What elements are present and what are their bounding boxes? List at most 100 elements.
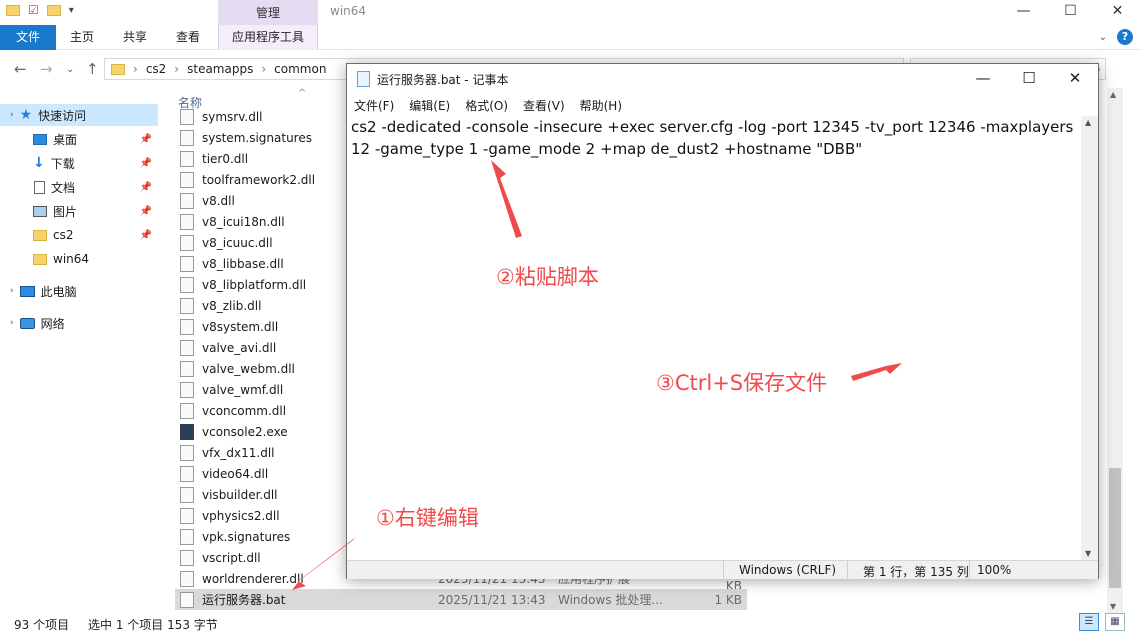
notepad-icon xyxy=(357,71,370,87)
notepad-menubar: 文件(F) 编辑(E) 格式(O) 查看(V) 帮助(H) xyxy=(347,94,1098,116)
breadcrumb-separator-icon: › xyxy=(261,62,267,76)
desktop-icon xyxy=(33,133,47,145)
folder-icon xyxy=(33,253,47,265)
annotation-step3: ③Ctrl+S保存文件 xyxy=(656,371,828,395)
customize-qat-icon[interactable]: ▾ xyxy=(69,5,74,16)
tab-view[interactable]: 查看 xyxy=(163,25,213,50)
file-icon xyxy=(180,339,194,356)
up-button[interactable]: ↑ xyxy=(86,60,99,78)
nav-item-documents[interactable]: 文档 📌 xyxy=(0,176,158,198)
pin-icon: 📌 xyxy=(139,157,152,169)
nav-this-pc[interactable]: › 此电脑 xyxy=(0,280,158,302)
recent-locations-icon[interactable]: ⌄ xyxy=(66,64,74,75)
nav-item-cs2[interactable]: cs2 📌 xyxy=(0,224,158,246)
properties-icon[interactable]: ☑ xyxy=(28,3,39,17)
file-list-scrollbar[interactable]: ▲ ▼ xyxy=(1107,88,1123,613)
file-icon xyxy=(180,465,194,482)
file-icon xyxy=(180,297,194,314)
nav-item-pictures[interactable]: 图片 📌 xyxy=(0,200,158,222)
nav-item-label: 文档 xyxy=(51,180,76,195)
pin-icon: 📌 xyxy=(139,181,152,193)
scroll-down-icon[interactable]: ▼ xyxy=(1110,602,1116,611)
expand-icon[interactable]: › xyxy=(10,286,14,296)
breadcrumb-steamapps[interactable]: steamapps xyxy=(187,62,253,76)
file-icon xyxy=(180,528,194,545)
nav-item-win64[interactable]: win64 xyxy=(0,248,158,270)
menu-file[interactable]: 文件(F) xyxy=(354,97,394,114)
tab-file[interactable]: 文件 xyxy=(0,25,56,50)
breadcrumb-common[interactable]: common xyxy=(274,62,326,76)
file-icon xyxy=(180,171,194,188)
executable-icon xyxy=(180,423,194,440)
tab-share[interactable]: 共享 xyxy=(110,25,160,50)
back-button[interactable]: ← xyxy=(14,60,27,78)
scroll-down-icon[interactable]: ▼ xyxy=(1085,549,1091,558)
file-icon xyxy=(180,129,194,146)
menu-view[interactable]: 查看(V) xyxy=(523,97,565,114)
item-count: 93 个项目 xyxy=(14,618,70,632)
folder-icon xyxy=(6,4,20,16)
menu-help[interactable]: 帮助(H) xyxy=(580,97,622,114)
breadcrumb-cs2[interactable]: cs2 xyxy=(146,62,166,76)
nav-network[interactable]: › 网络 xyxy=(0,312,158,334)
scrollbar-thumb[interactable] xyxy=(1109,468,1121,588)
file-icon xyxy=(180,570,194,587)
breadcrumb-separator-icon: › xyxy=(133,62,138,76)
file-icon xyxy=(180,360,194,377)
file-icon xyxy=(180,276,194,293)
nav-item-label: 桌面 xyxy=(53,132,78,147)
nav-item-label: win64 xyxy=(53,252,90,266)
status-divider xyxy=(723,561,724,580)
close-button[interactable]: ✕ xyxy=(1094,0,1141,25)
nav-item-label: 快速访问 xyxy=(38,108,87,123)
folder-icon xyxy=(33,229,47,241)
details-view-button[interactable]: ☰ xyxy=(1079,613,1099,631)
tab-home[interactable]: 主页 xyxy=(56,25,108,50)
file-name: v8_icuuc.dll xyxy=(202,235,273,250)
file-name: vfx_dx11.dll xyxy=(202,445,275,460)
new-folder-icon[interactable] xyxy=(46,4,61,16)
notepad-scrollbar[interactable]: ▲ ▼ xyxy=(1081,116,1098,560)
file-icon xyxy=(180,255,194,272)
file-name: 运行服务器.bat xyxy=(202,593,286,607)
notepad-minimize-button[interactable]: — xyxy=(960,64,1006,94)
notepad-text-area[interactable]: cs2 -dedicated -console -insecure +exec … xyxy=(351,116,1086,546)
nav-item-label: cs2 xyxy=(53,228,74,242)
file-date: 2025/11/21 13:43 xyxy=(438,592,546,607)
nav-quick-access[interactable]: › ★ 快速访问 xyxy=(0,104,158,126)
file-icon xyxy=(180,549,194,566)
file-size: 1 KB xyxy=(714,592,742,607)
nav-item-label: 网络 xyxy=(40,316,65,331)
annotation-step2: ②粘贴脚本 xyxy=(496,265,599,289)
expand-icon[interactable]: › xyxy=(10,110,14,120)
file-icon xyxy=(180,234,194,251)
star-icon: ★ xyxy=(19,107,33,123)
document-icon xyxy=(34,180,45,194)
expand-icon[interactable]: › xyxy=(10,318,14,328)
maximize-button[interactable]: ☐ xyxy=(1047,0,1094,25)
notepad-maximize-button[interactable]: ☐ xyxy=(1006,64,1052,94)
scroll-up-icon[interactable]: ▲ xyxy=(1085,118,1091,127)
menu-edit[interactable]: 编辑(E) xyxy=(409,97,450,114)
large-icons-view-button[interactable]: ▦ xyxy=(1105,613,1125,631)
file-icon xyxy=(180,192,194,209)
file-row-selected[interactable]: 运行服务器.bat 2025/11/21 13:43 Windows 批处理... 1… xyxy=(175,589,747,610)
file-name: tier0.dll xyxy=(202,151,249,166)
scroll-up-icon[interactable]: ▲ xyxy=(1110,90,1116,99)
nav-item-downloads[interactable]: ↓ 下载 📌 xyxy=(0,152,158,174)
menu-format[interactable]: 格式(O) xyxy=(465,97,508,114)
file-name: vphysics2.dll xyxy=(202,508,280,523)
forward-button[interactable]: → xyxy=(40,60,53,78)
file-name: system.signatures xyxy=(202,130,312,145)
picture-icon xyxy=(33,205,47,217)
help-icon[interactable]: ? xyxy=(1117,29,1133,45)
ribbon: 文件 主页 共享 查看 应用程序工具 ⌄ ? xyxy=(0,25,1141,50)
annotation-step1: ①右键编辑 xyxy=(376,506,479,530)
pin-icon: 📌 xyxy=(139,229,152,241)
tab-app-tools[interactable]: 应用程序工具 xyxy=(218,25,318,50)
expand-ribbon-icon[interactable]: ⌄ xyxy=(1099,32,1107,43)
nav-item-desktop[interactable]: 桌面 📌 xyxy=(0,128,158,150)
breadcrumb-separator-icon: › xyxy=(174,62,180,76)
minimize-button[interactable]: — xyxy=(1000,0,1047,25)
notepad-close-button[interactable]: ✕ xyxy=(1052,64,1098,94)
